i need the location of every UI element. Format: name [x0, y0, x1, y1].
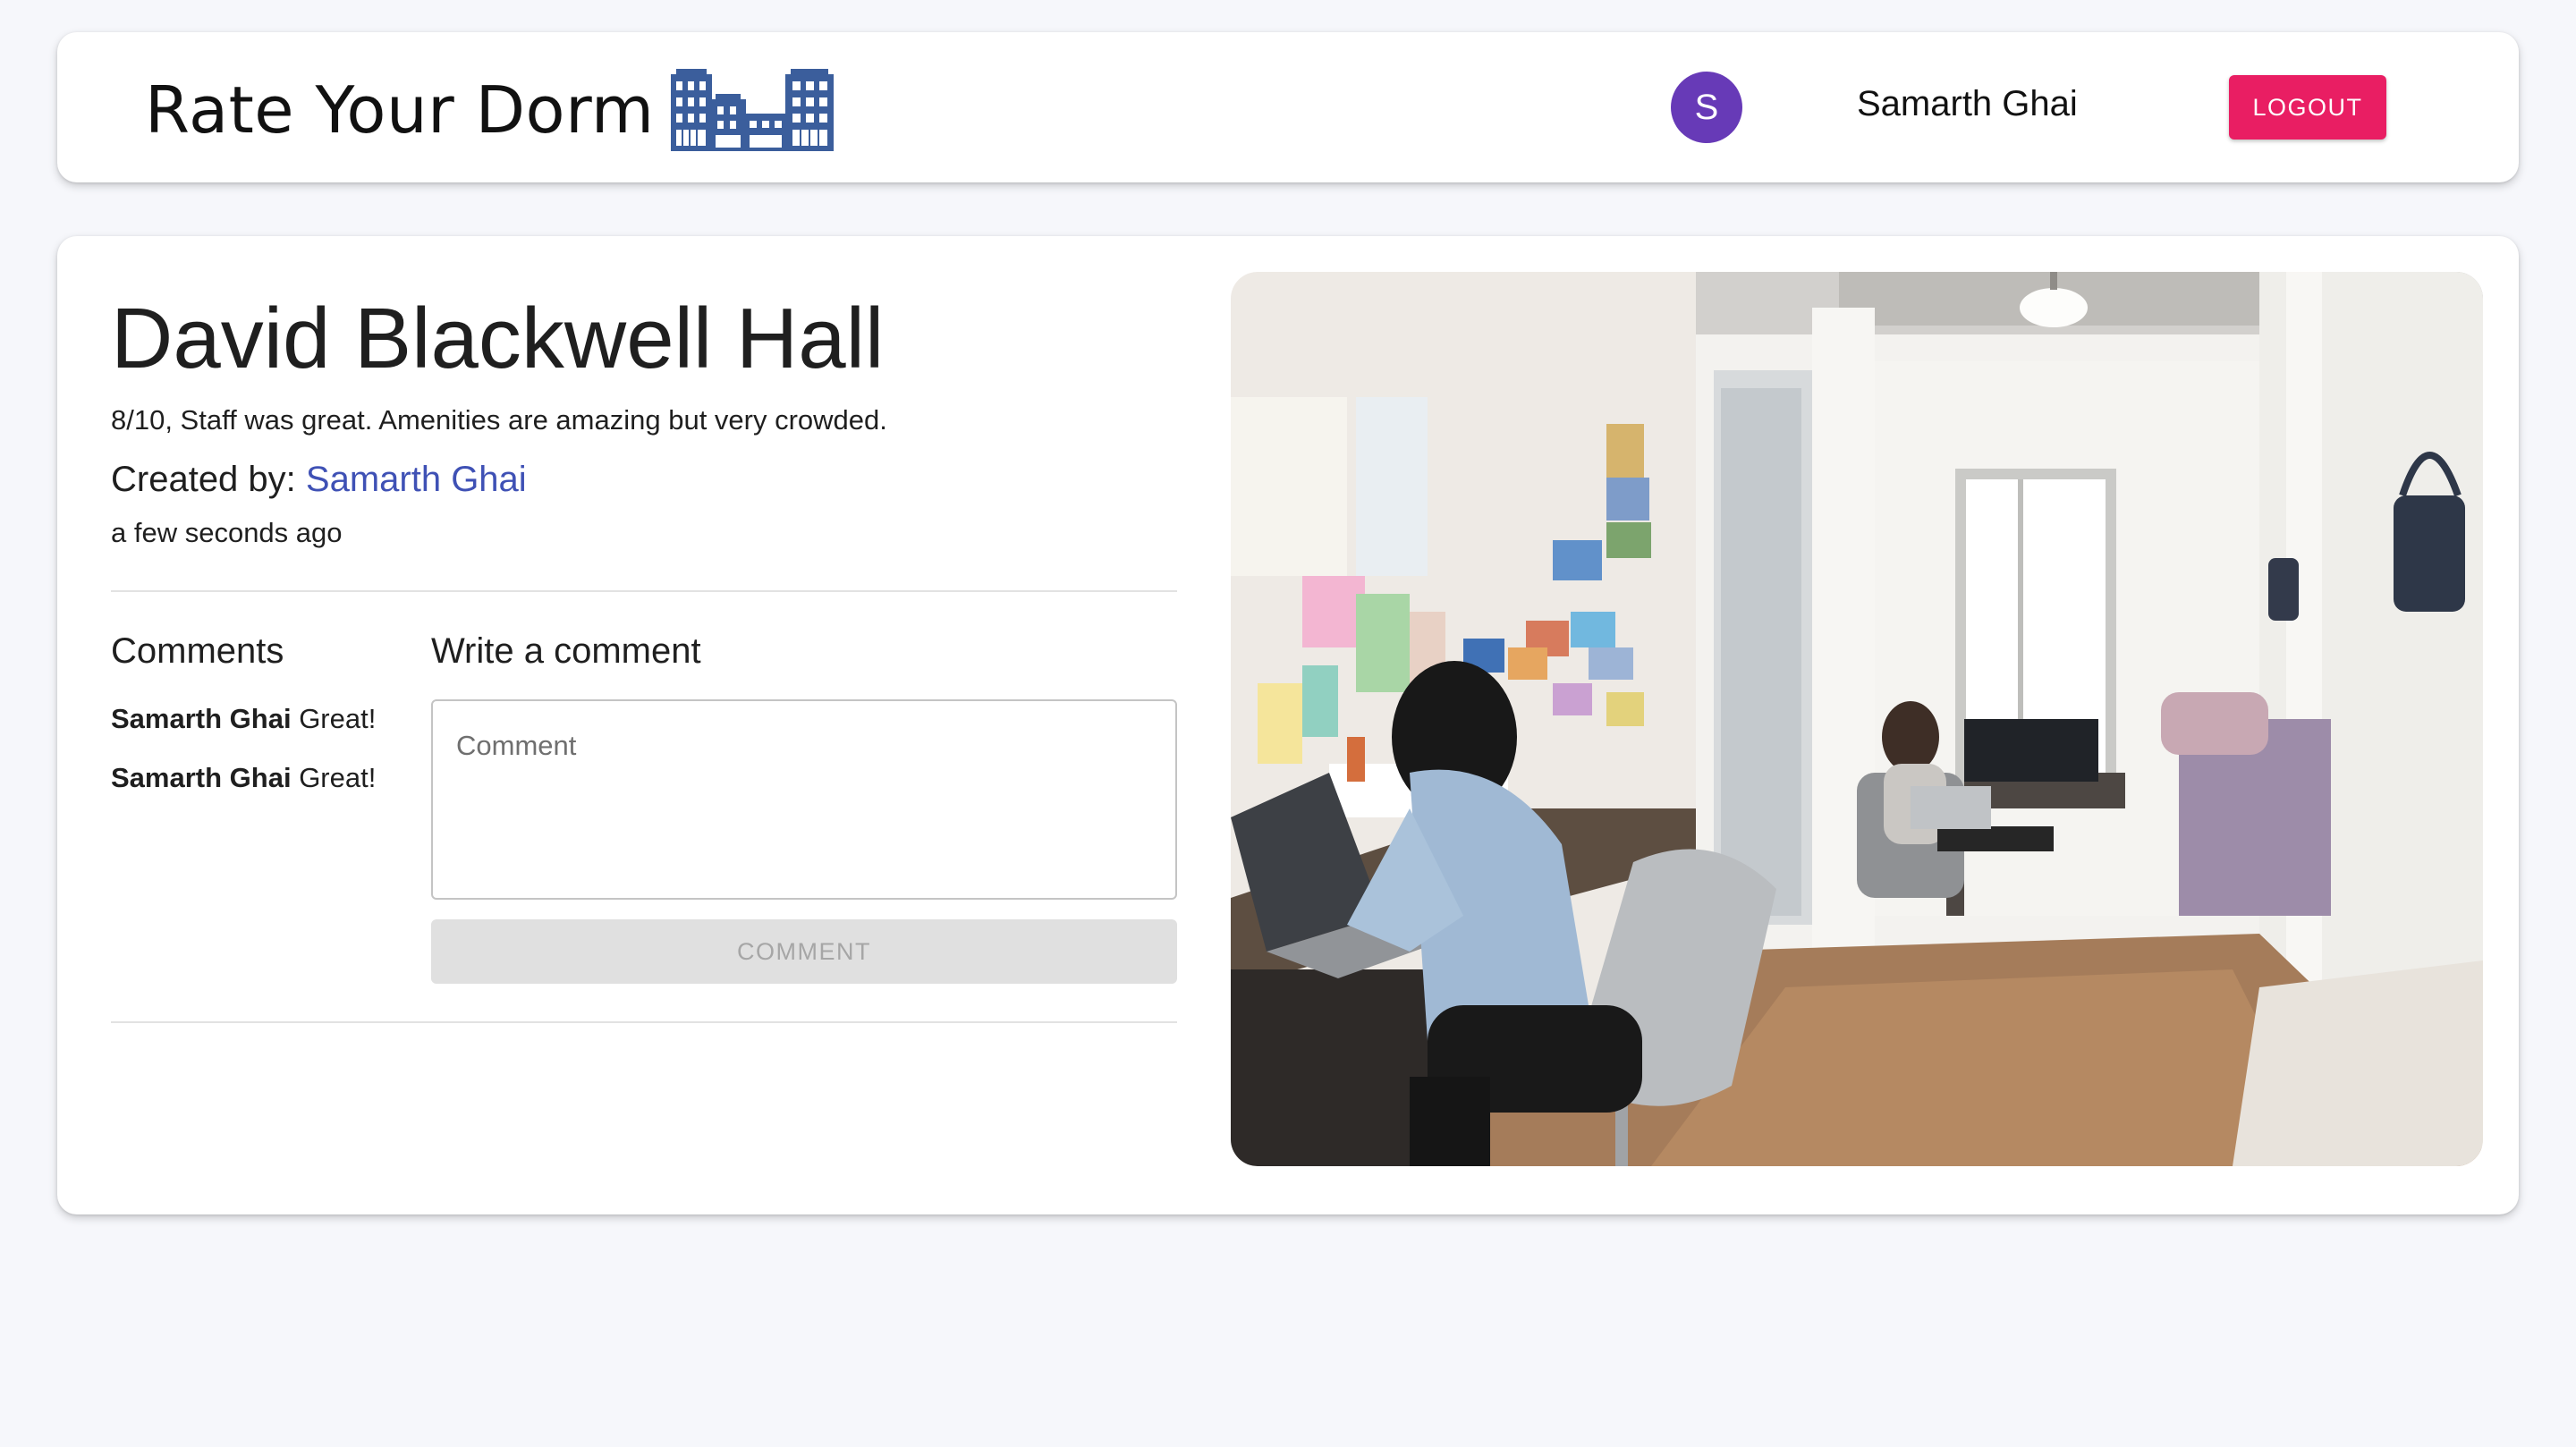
brand[interactable]: Rate Your Dorm	[145, 69, 834, 151]
comment-list: Samarth Ghai Great! Samarth Ghai Great!	[111, 703, 376, 821]
divider	[111, 1021, 1177, 1023]
comment-author: Samarth Ghai	[111, 762, 292, 793]
dorm-detail-card: David Blackwell Hall 8/10, Staff was gre…	[57, 236, 2519, 1214]
author-link[interactable]: Samarth Ghai	[306, 460, 527, 499]
created-timestamp: a few seconds ago	[111, 517, 343, 548]
dorm-photo	[1231, 272, 2483, 1166]
divider	[111, 590, 1177, 592]
write-comment-heading: Write a comment	[431, 631, 701, 671]
comment-author: Samarth Ghai	[111, 703, 292, 734]
comment-item: Samarth Ghai Great!	[111, 762, 376, 821]
user-name: Samarth Ghai	[1857, 84, 2078, 123]
avatar-initial: S	[1694, 87, 1719, 127]
comment-text: Great!	[299, 703, 377, 734]
comment-text: Great!	[299, 762, 377, 793]
dorm-title: David Blackwell Hall	[111, 291, 885, 386]
created-by: Created by: Samarth Ghai	[111, 460, 527, 500]
avatar[interactable]: S	[1671, 72, 1742, 143]
dorm-room-image	[1231, 272, 2483, 1166]
app-header: Rate Your Dorm S Samarth Ghai LOGOUT	[57, 32, 2519, 182]
created-by-label: Created by:	[111, 460, 296, 499]
comments-heading: Comments	[111, 631, 284, 671]
comment-item: Samarth Ghai Great!	[111, 703, 376, 762]
dorm-buildings-icon	[670, 69, 834, 151]
brand-title: Rate Your Dorm	[145, 72, 655, 148]
review-text: 8/10, Staff was great. Amenities are ama…	[111, 404, 887, 436]
comment-input[interactable]	[431, 699, 1177, 900]
comment-submit-button[interactable]: COMMENT	[431, 919, 1177, 984]
logout-button[interactable]: LOGOUT	[2229, 75, 2386, 140]
